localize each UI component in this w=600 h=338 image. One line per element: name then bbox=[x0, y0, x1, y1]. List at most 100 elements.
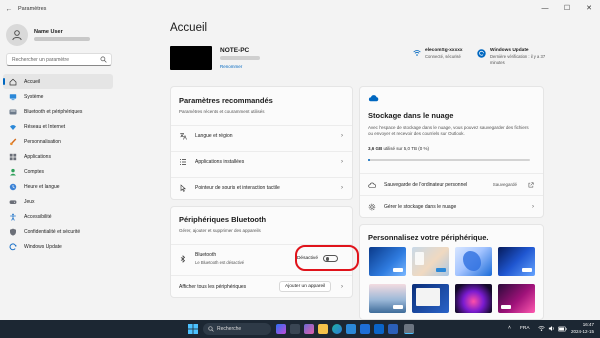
sidebar-item-reseau[interactable]: Réseau et Internet bbox=[3, 119, 113, 134]
manage-storage-row[interactable]: Gérer le stockage dans le nuage › bbox=[360, 195, 543, 217]
chevron-right-icon: › bbox=[341, 184, 343, 191]
sidebar-item-confidentialite[interactable]: Confidentialité et sécurité bbox=[3, 224, 113, 239]
battery-icon[interactable] bbox=[558, 326, 567, 332]
minimize-button[interactable]: — bbox=[534, 0, 556, 18]
volume-icon[interactable] bbox=[548, 325, 555, 332]
copilot-icon[interactable] bbox=[276, 324, 286, 334]
taskbar-search[interactable]: Recherche bbox=[203, 323, 271, 335]
sidebar-item-systeme[interactable]: Système bbox=[3, 89, 113, 104]
windows-update-title: Windows Update bbox=[490, 48, 529, 53]
outlook-icon[interactable] bbox=[374, 324, 384, 334]
edge-icon[interactable] bbox=[332, 324, 342, 334]
teams-icon[interactable] bbox=[304, 324, 314, 334]
system-icon bbox=[9, 93, 17, 101]
backup-row[interactable]: Sauvegarde de l'ordinateur personnel Sau… bbox=[360, 173, 543, 195]
tray-chevron-up-icon[interactable]: ˄ bbox=[508, 325, 511, 331]
clock[interactable]: 16:47 2024-12-15 bbox=[571, 322, 594, 335]
wifi-icon bbox=[413, 50, 421, 56]
wifi-name: elecomSg-xxxxx bbox=[425, 48, 463, 53]
personalize-card: Personnalisez votre périphérique. bbox=[359, 224, 544, 320]
sidebar-item-label: Système bbox=[24, 93, 44, 100]
backup-status: Sauvegardé bbox=[492, 182, 517, 187]
window-controls: — ☐ ✕ bbox=[534, 0, 600, 18]
accessibility-icon bbox=[9, 213, 17, 221]
user-name: Name User bbox=[34, 29, 63, 35]
cloud-usage-bar bbox=[368, 159, 530, 161]
add-device-button[interactable]: Ajouter un appareil bbox=[279, 281, 332, 292]
wallpaper-thumbnail[interactable] bbox=[498, 247, 535, 276]
bluetooth-device-name: Bluetooth bbox=[195, 252, 217, 259]
bluetooth-icon bbox=[9, 108, 17, 116]
wifi-status[interactable]: elecomSg-xxxxx Connecté, sécurisé bbox=[413, 48, 463, 59]
windows-update-icon bbox=[477, 49, 486, 58]
mail-icon[interactable] bbox=[360, 324, 370, 334]
search-input[interactable]: Rechercher un paramètre bbox=[6, 53, 112, 66]
task-view-icon[interactable] bbox=[290, 324, 300, 334]
sidebar-item-accessibilite[interactable]: Accessibilité bbox=[3, 209, 113, 224]
time-language-icon bbox=[9, 183, 17, 191]
wallpaper-thumbnail[interactable] bbox=[412, 284, 449, 313]
mouse-pointer-icon bbox=[179, 183, 187, 192]
backup-label: Sauvegarde de l'ordinateur personnel bbox=[384, 181, 468, 188]
recommended-item-langue[interactable]: Langue et région › bbox=[171, 125, 352, 145]
user-email-redacted bbox=[34, 37, 90, 41]
sidebar-item-heure-langue[interactable]: Heure et langue bbox=[3, 179, 113, 194]
sidebar-item-accueil[interactable]: Accueil bbox=[3, 74, 113, 89]
device-image bbox=[170, 46, 212, 70]
wallpaper-thumbnail[interactable] bbox=[369, 247, 406, 276]
word-icon[interactable] bbox=[388, 324, 398, 334]
external-link-icon bbox=[528, 181, 534, 187]
windows-update-icon bbox=[9, 242, 17, 251]
personalization-icon bbox=[9, 138, 17, 146]
sidebar-item-label: Applications bbox=[24, 153, 51, 160]
store-icon[interactable] bbox=[346, 324, 356, 334]
search-placeholder: Rechercher un paramètre bbox=[12, 57, 69, 63]
page-title: Accueil bbox=[170, 22, 208, 34]
apps-icon bbox=[9, 153, 17, 161]
sidebar-item-applications[interactable]: Applications bbox=[3, 149, 113, 164]
sidebar-item-label: Bluetooth et périphériques bbox=[24, 108, 83, 115]
sidebar-item-personnalisation[interactable]: Personnalisation bbox=[3, 134, 113, 149]
sidebar-item-comptes[interactable]: Comptes bbox=[3, 164, 113, 179]
gaming-icon bbox=[9, 198, 17, 206]
sidebar: Name User Rechercher un paramètre Accuei… bbox=[0, 18, 160, 320]
gear-icon bbox=[368, 203, 376, 211]
device-model-redacted bbox=[220, 56, 260, 60]
person-icon bbox=[12, 30, 22, 41]
taskbar-search-label: Recherche bbox=[217, 326, 242, 332]
wallpaper-thumbnail[interactable] bbox=[369, 284, 406, 313]
cloud-usage-value: 3,6 GB bbox=[368, 146, 383, 151]
wallpaper-thumbnail[interactable] bbox=[412, 247, 449, 276]
personalize-title: Personnalisez votre périphérique. bbox=[368, 233, 489, 242]
settings-app-icon[interactable] bbox=[404, 324, 414, 334]
sidebar-item-jeux[interactable]: Jeux bbox=[3, 194, 113, 209]
sidebar-item-label: Jeux bbox=[24, 198, 35, 205]
wifi-icon[interactable] bbox=[538, 325, 545, 332]
recommended-item-label: Applications installées bbox=[195, 158, 245, 165]
avatar bbox=[6, 24, 28, 46]
wallpaper-thumbnail[interactable] bbox=[455, 284, 492, 313]
recommended-item-label: Langue et région bbox=[195, 132, 233, 139]
user-profile[interactable]: Name User bbox=[6, 24, 90, 46]
wallpaper-thumbnail[interactable] bbox=[498, 284, 535, 313]
back-button[interactable]: ← bbox=[2, 6, 16, 13]
sidebar-item-label: Accessibilité bbox=[24, 213, 52, 220]
sidebar-item-bluetooth[interactable]: Bluetooth et périphériques bbox=[3, 104, 113, 119]
windows-start-icon[interactable] bbox=[188, 324, 198, 334]
cloud-icon bbox=[368, 95, 379, 102]
language-indicator[interactable]: FRA bbox=[520, 326, 530, 331]
windows-update-status[interactable]: Windows Update Dernière vérification : i… bbox=[477, 48, 550, 65]
maximize-button[interactable]: ☐ bbox=[556, 0, 578, 18]
recommended-title: Paramètres recommandés bbox=[179, 96, 273, 105]
sidebar-item-windows-update[interactable]: Windows Update bbox=[3, 239, 113, 254]
recommended-item-applications[interactable]: Applications installées › bbox=[171, 151, 352, 171]
file-explorer-icon[interactable] bbox=[318, 324, 328, 334]
recommended-subtitle: Paramètres récents et couramment utilisé… bbox=[179, 109, 265, 114]
wallpaper-thumbnail[interactable] bbox=[455, 247, 492, 276]
rename-link[interactable]: Renommer bbox=[220, 64, 242, 69]
manage-storage-label: Gérer le stockage dans le nuage bbox=[384, 203, 457, 210]
view-all-devices-row[interactable]: Afficher tous les périphériques Ajouter … bbox=[171, 275, 352, 297]
chevron-right-icon: › bbox=[341, 132, 343, 139]
recommended-item-pointeur[interactable]: Pointeur de souris et interaction tactil… bbox=[171, 177, 352, 197]
close-button[interactable]: ✕ bbox=[578, 0, 600, 18]
